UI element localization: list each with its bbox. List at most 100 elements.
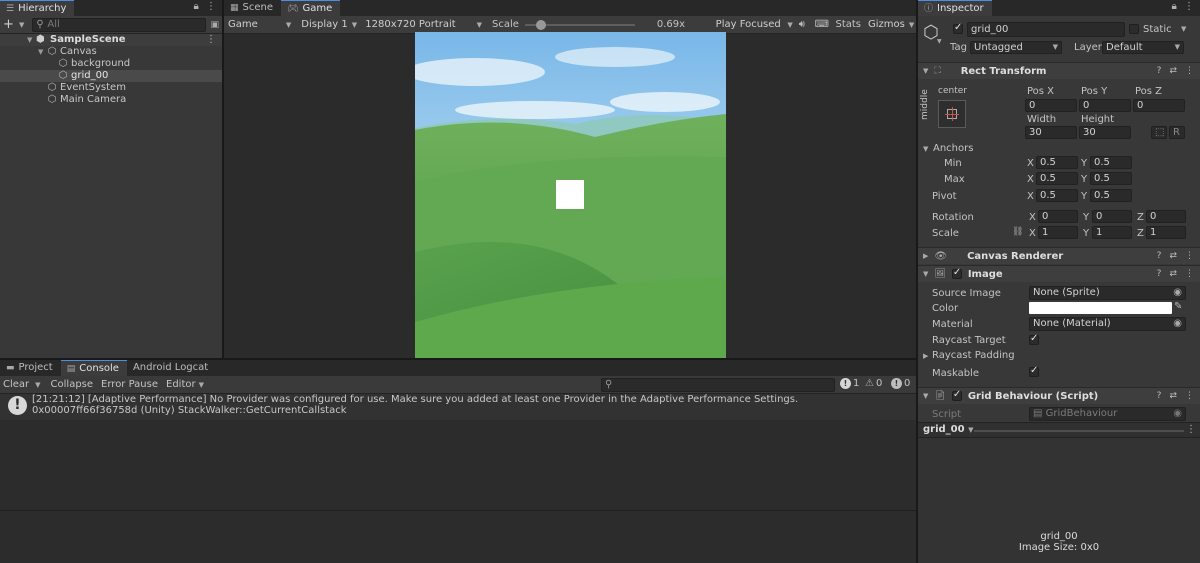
pos-y-field[interactable]: 0: [1079, 99, 1131, 112]
scale-y-field[interactable]: 1: [1092, 226, 1132, 239]
image-enabled-checkbox[interactable]: [951, 267, 962, 279]
grid-behaviour-enabled-checkbox[interactable]: [951, 389, 962, 401]
info-count-toggle[interactable]: ! 0: [891, 378, 910, 389]
game-viewport[interactable]: [415, 32, 726, 358]
static-checkbox[interactable]: [1129, 24, 1139, 34]
editor-dropdown[interactable]: Editor ▼: [162, 379, 208, 390]
raycast-target-checkbox[interactable]: [1029, 333, 1039, 345]
pivot-x-field[interactable]: 0.5: [1036, 189, 1078, 202]
eyedropper-icon[interactable]: ✎: [1174, 301, 1182, 312]
pos-x-field[interactable]: 0: [1025, 99, 1077, 112]
tab-console[interactable]: ▤ Console: [60, 360, 127, 376]
fold-down-icon[interactable]: ▼: [27, 34, 32, 46]
lock-icon[interactable]: 🔒︎: [193, 1, 200, 12]
anchor-max-x-field[interactable]: 0.5: [1036, 172, 1078, 185]
play-mode-dropdown[interactable]: Play Focused ▼: [712, 17, 797, 33]
error-count-toggle[interactable]: ! 1: [840, 378, 859, 389]
height-field[interactable]: 30: [1079, 126, 1131, 139]
grid-00-square[interactable]: [556, 180, 584, 209]
keyboard-icon[interactable]: ⌨: [815, 19, 831, 30]
console-search-input[interactable]: ⚲: [601, 378, 835, 392]
pivot-y-field[interactable]: 0.5: [1090, 189, 1132, 202]
tab-project[interactable]: ▬ Project: [0, 360, 61, 376]
tab-scene[interactable]: ▦ Scene: [224, 0, 281, 16]
rotation-z-field[interactable]: 0: [1146, 210, 1186, 223]
color-field[interactable]: [1029, 302, 1172, 314]
clear-button[interactable]: Clear: [0, 379, 33, 390]
fold-down-icon[interactable]: ▼: [38, 46, 43, 58]
scene-row[interactable]: ▼ ⬢ SampleScene ⋮: [0, 34, 222, 46]
source-image-field[interactable]: None (Sprite) ◉: [1029, 286, 1186, 300]
grid-behaviour-header[interactable]: ▼ 📄︎ Grid Behaviour (Script) ? ⇄ ⋮: [918, 387, 1200, 404]
preview-selector[interactable]: grid_00 ▼: [923, 424, 973, 435]
help-icon[interactable]: ?: [1157, 66, 1162, 76]
preset-icon[interactable]: ⇄: [1169, 391, 1177, 401]
more-icon[interactable]: ⋮: [1185, 391, 1194, 401]
add-button[interactable]: +: [3, 17, 15, 32]
preset-icon[interactable]: ⇄: [1169, 251, 1177, 261]
rotation-x-field[interactable]: 0: [1038, 210, 1078, 223]
image-component-header[interactable]: ▼ 🖼︎ Image ? ⇄ ⋮: [918, 265, 1200, 282]
hierarchy-item-eventsystem[interactable]: ⬡ EventSystem: [0, 82, 222, 94]
hierarchy-search-input[interactable]: ⚲ All: [32, 17, 207, 32]
log-entry[interactable]: ! [21:21:12] [Adaptive Performance] No P…: [0, 394, 916, 420]
active-checkbox[interactable]: [953, 22, 963, 34]
warning-count-toggle[interactable]: ⚠ 0: [865, 378, 882, 389]
chevron-down-icon[interactable]: ▼: [19, 21, 24, 29]
display-dropdown[interactable]: Display 1 ▼: [297, 17, 359, 33]
width-field[interactable]: 30: [1025, 126, 1077, 139]
anchor-min-x-field[interactable]: 0.5: [1036, 156, 1078, 169]
more-icon[interactable]: ⋮: [1185, 269, 1194, 279]
hierarchy-tab-menu[interactable]: 🔒︎ ⋮: [193, 1, 218, 12]
more-icon[interactable]: ⋮: [1185, 251, 1194, 261]
tab-inspector[interactable]: ⓘ Inspector: [918, 0, 992, 16]
fold-down-icon[interactable]: ▼: [923, 67, 928, 75]
rotation-y-field[interactable]: 0: [1092, 210, 1132, 223]
more-icon[interactable]: ⋮: [206, 34, 216, 46]
error-pause-button[interactable]: Error Pause: [97, 379, 162, 390]
more-icon[interactable]: ⋮: [206, 1, 218, 12]
layer-dropdown[interactable]: Default ▼: [1102, 41, 1184, 54]
target-icon[interactable]: ◉: [1173, 318, 1182, 330]
anchor-min-y-field[interactable]: 0.5: [1090, 156, 1132, 169]
hierarchy-item-background[interactable]: ⬡ background: [0, 58, 222, 70]
help-icon[interactable]: ?: [1157, 269, 1162, 279]
more-icon[interactable]: ⋮: [1185, 66, 1194, 76]
hierarchy-item-grid-00[interactable]: ⬡ grid_00: [0, 70, 222, 82]
scale-z-field[interactable]: 1: [1146, 226, 1186, 239]
more-icon[interactable]: ⋮: [1184, 1, 1196, 12]
scale-slider[interactable]: [524, 19, 635, 30]
fold-down-icon[interactable]: ▼: [923, 270, 928, 278]
audio-icon[interactable]: 🔊︎: [799, 19, 813, 30]
game-mode-dropdown[interactable]: Game ▼: [224, 17, 295, 33]
stats-button[interactable]: Stats: [832, 19, 864, 30]
chevron-down-icon[interactable]: ▼: [937, 38, 942, 45]
fold-right-icon[interactable]: ▶: [923, 252, 928, 260]
maskable-checkbox[interactable]: [1029, 365, 1039, 377]
preview-splitter[interactable]: [974, 430, 1184, 432]
gizmos-dropdown[interactable]: Gizmos ▼: [866, 17, 916, 33]
help-icon[interactable]: ?: [1157, 391, 1162, 401]
fold-down-icon[interactable]: ▼: [923, 392, 928, 400]
rect-transform-header[interactable]: ▼ ⛶ Rect Transform ? ⇄ ⋮: [918, 62, 1200, 79]
chevron-down-icon[interactable]: ▼: [1181, 25, 1186, 33]
material-field[interactable]: None (Material) ◉: [1029, 317, 1186, 331]
more-icon[interactable]: ⋮: [1186, 424, 1196, 435]
inspector-tab-menu[interactable]: 🔒︎ ⋮: [1171, 1, 1196, 12]
blueprint-mode-button[interactable]: ⬚: [1151, 126, 1167, 139]
raw-edit-button[interactable]: R: [1169, 126, 1185, 139]
pos-z-field[interactable]: 0: [1133, 99, 1185, 112]
tab-hierarchy[interactable]: ☰ Hierarchy: [0, 0, 75, 16]
chevron-down-icon[interactable]: ▼: [33, 381, 46, 389]
object-name-field[interactable]: grid_00: [967, 22, 1125, 37]
scene-search-icon[interactable]: ▣: [210, 20, 219, 30]
hierarchy-item-canvas[interactable]: ▼ ⬡ Canvas: [0, 46, 222, 58]
collapse-button[interactable]: Collapse: [47, 379, 98, 390]
fold-down-icon[interactable]: ▼: [923, 145, 928, 153]
fold-right-icon[interactable]: ▶: [923, 352, 928, 360]
hierarchy-item-main-camera[interactable]: ⬡ Main Camera: [0, 94, 222, 106]
tag-dropdown[interactable]: Untagged ▼: [970, 41, 1062, 54]
preset-icon[interactable]: ⇄: [1169, 66, 1177, 76]
tab-game[interactable]: 🎮︎ Game: [281, 0, 341, 16]
anchor-presets-button[interactable]: [938, 100, 966, 128]
